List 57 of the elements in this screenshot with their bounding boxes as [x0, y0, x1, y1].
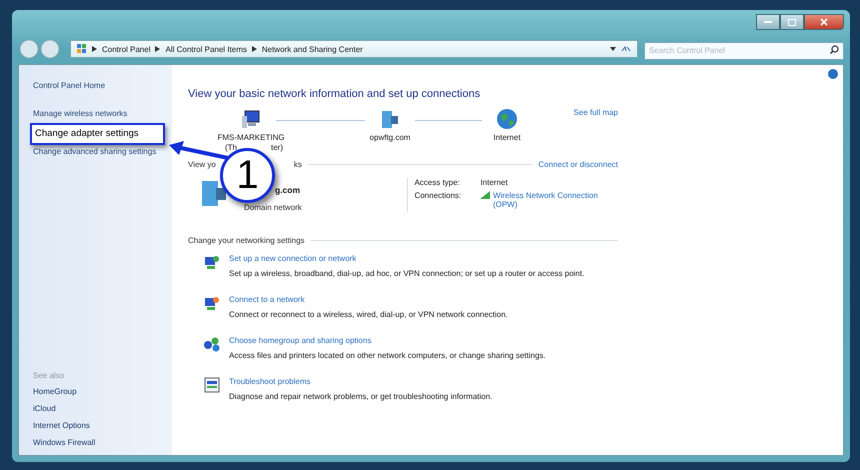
globe-icon	[496, 108, 518, 130]
connections-label: Connections:	[414, 191, 462, 202]
network-setup-icon	[203, 254, 221, 270]
network-setup-icon	[203, 295, 221, 311]
page-heading: View your basic network information and set up connections	[188, 88, 482, 100]
breadcrumb-item[interactable]: All Control Panel Items	[165, 44, 247, 54]
see-also-link[interactable]: HomeGroup	[33, 387, 172, 397]
network-name: g.com	[275, 185, 302, 195]
sidebar-link[interactable]: Control Panel Home	[33, 81, 172, 91]
sidebar-link[interactable]: Change adapter settings	[30, 123, 165, 145]
close-icon	[820, 18, 828, 26]
dropdown-icon[interactable]	[610, 47, 616, 51]
map-node-label: FMS-MARKETING	[217, 133, 285, 142]
minimize-button[interactable]	[756, 14, 780, 30]
task-link[interactable]: Connect to a network	[229, 295, 508, 304]
address-bar[interactable]: Control Panel All Control Panel Items Network and Sharing Center	[70, 40, 638, 58]
chevron-icon	[252, 46, 257, 52]
control-panel-icon	[77, 44, 87, 54]
computer-icon	[240, 108, 262, 130]
signal-icon	[480, 191, 490, 199]
server-icon	[379, 108, 401, 130]
map-node-label: Internet	[493, 133, 521, 142]
sidebar-link[interactable]: Change advanced sharing settings	[33, 147, 172, 157]
see-also-heading: See also	[33, 371, 66, 380]
see-full-map-link[interactable]: See full map	[574, 108, 618, 117]
connection-link[interactable]: Wireless Network Connection (OPW)	[492, 191, 618, 209]
access-type-label: Access type:	[414, 178, 461, 187]
close-button[interactable]	[804, 14, 844, 30]
search-field[interactable]: Search Control Panel	[644, 42, 844, 60]
homegroup-icon	[203, 336, 221, 352]
see-also-link[interactable]: iCloud	[33, 404, 172, 414]
breadcrumb-item[interactable]: Control Panel	[102, 44, 150, 54]
task-description: Diagnose and repair network problems, or get troubleshooting information.	[229, 392, 492, 401]
task-link[interactable]: Set up a new connection or network	[229, 254, 584, 263]
see-also-link[interactable]: Windows Firewall	[33, 438, 172, 448]
task-description: Access files and printers located on other network computers, or change sharing settings.	[229, 351, 546, 360]
sidebar-link[interactable]: Manage wireless networks	[33, 109, 172, 119]
breadcrumb-item[interactable]: Network and Sharing Center	[262, 44, 363, 54]
connect-disconnect-link[interactable]: Connect or disconnect	[538, 160, 618, 169]
task-description: Set up a wireless, broadband, dial-up, ad hoc, or VPN connection; or set up a router or access point.	[229, 269, 584, 278]
task-description: Connect or reconnect to a wireless, wired, dial-up, or VPN network connection.	[229, 310, 508, 319]
task-link[interactable]: Choose homegroup and sharing options	[229, 336, 546, 345]
chevron-icon	[92, 46, 97, 52]
minimize-icon	[764, 20, 772, 24]
network-type: Domain network	[244, 203, 302, 212]
search-icon	[830, 45, 839, 54]
maximize-icon	[788, 18, 796, 26]
section-heading: ks	[294, 160, 302, 169]
map-node-label: opwftg.com	[370, 133, 410, 142]
maximize-button[interactable]	[780, 14, 804, 30]
task-link[interactable]: Troubleshoot problems	[229, 377, 492, 386]
access-type-value: Internet	[480, 178, 509, 187]
section-heading: View yo	[188, 160, 216, 169]
troubleshoot-icon	[203, 377, 221, 393]
section-heading: Change your networking settings	[188, 236, 305, 245]
chevron-icon	[155, 46, 160, 52]
see-also-link[interactable]: Internet Options	[33, 421, 172, 431]
